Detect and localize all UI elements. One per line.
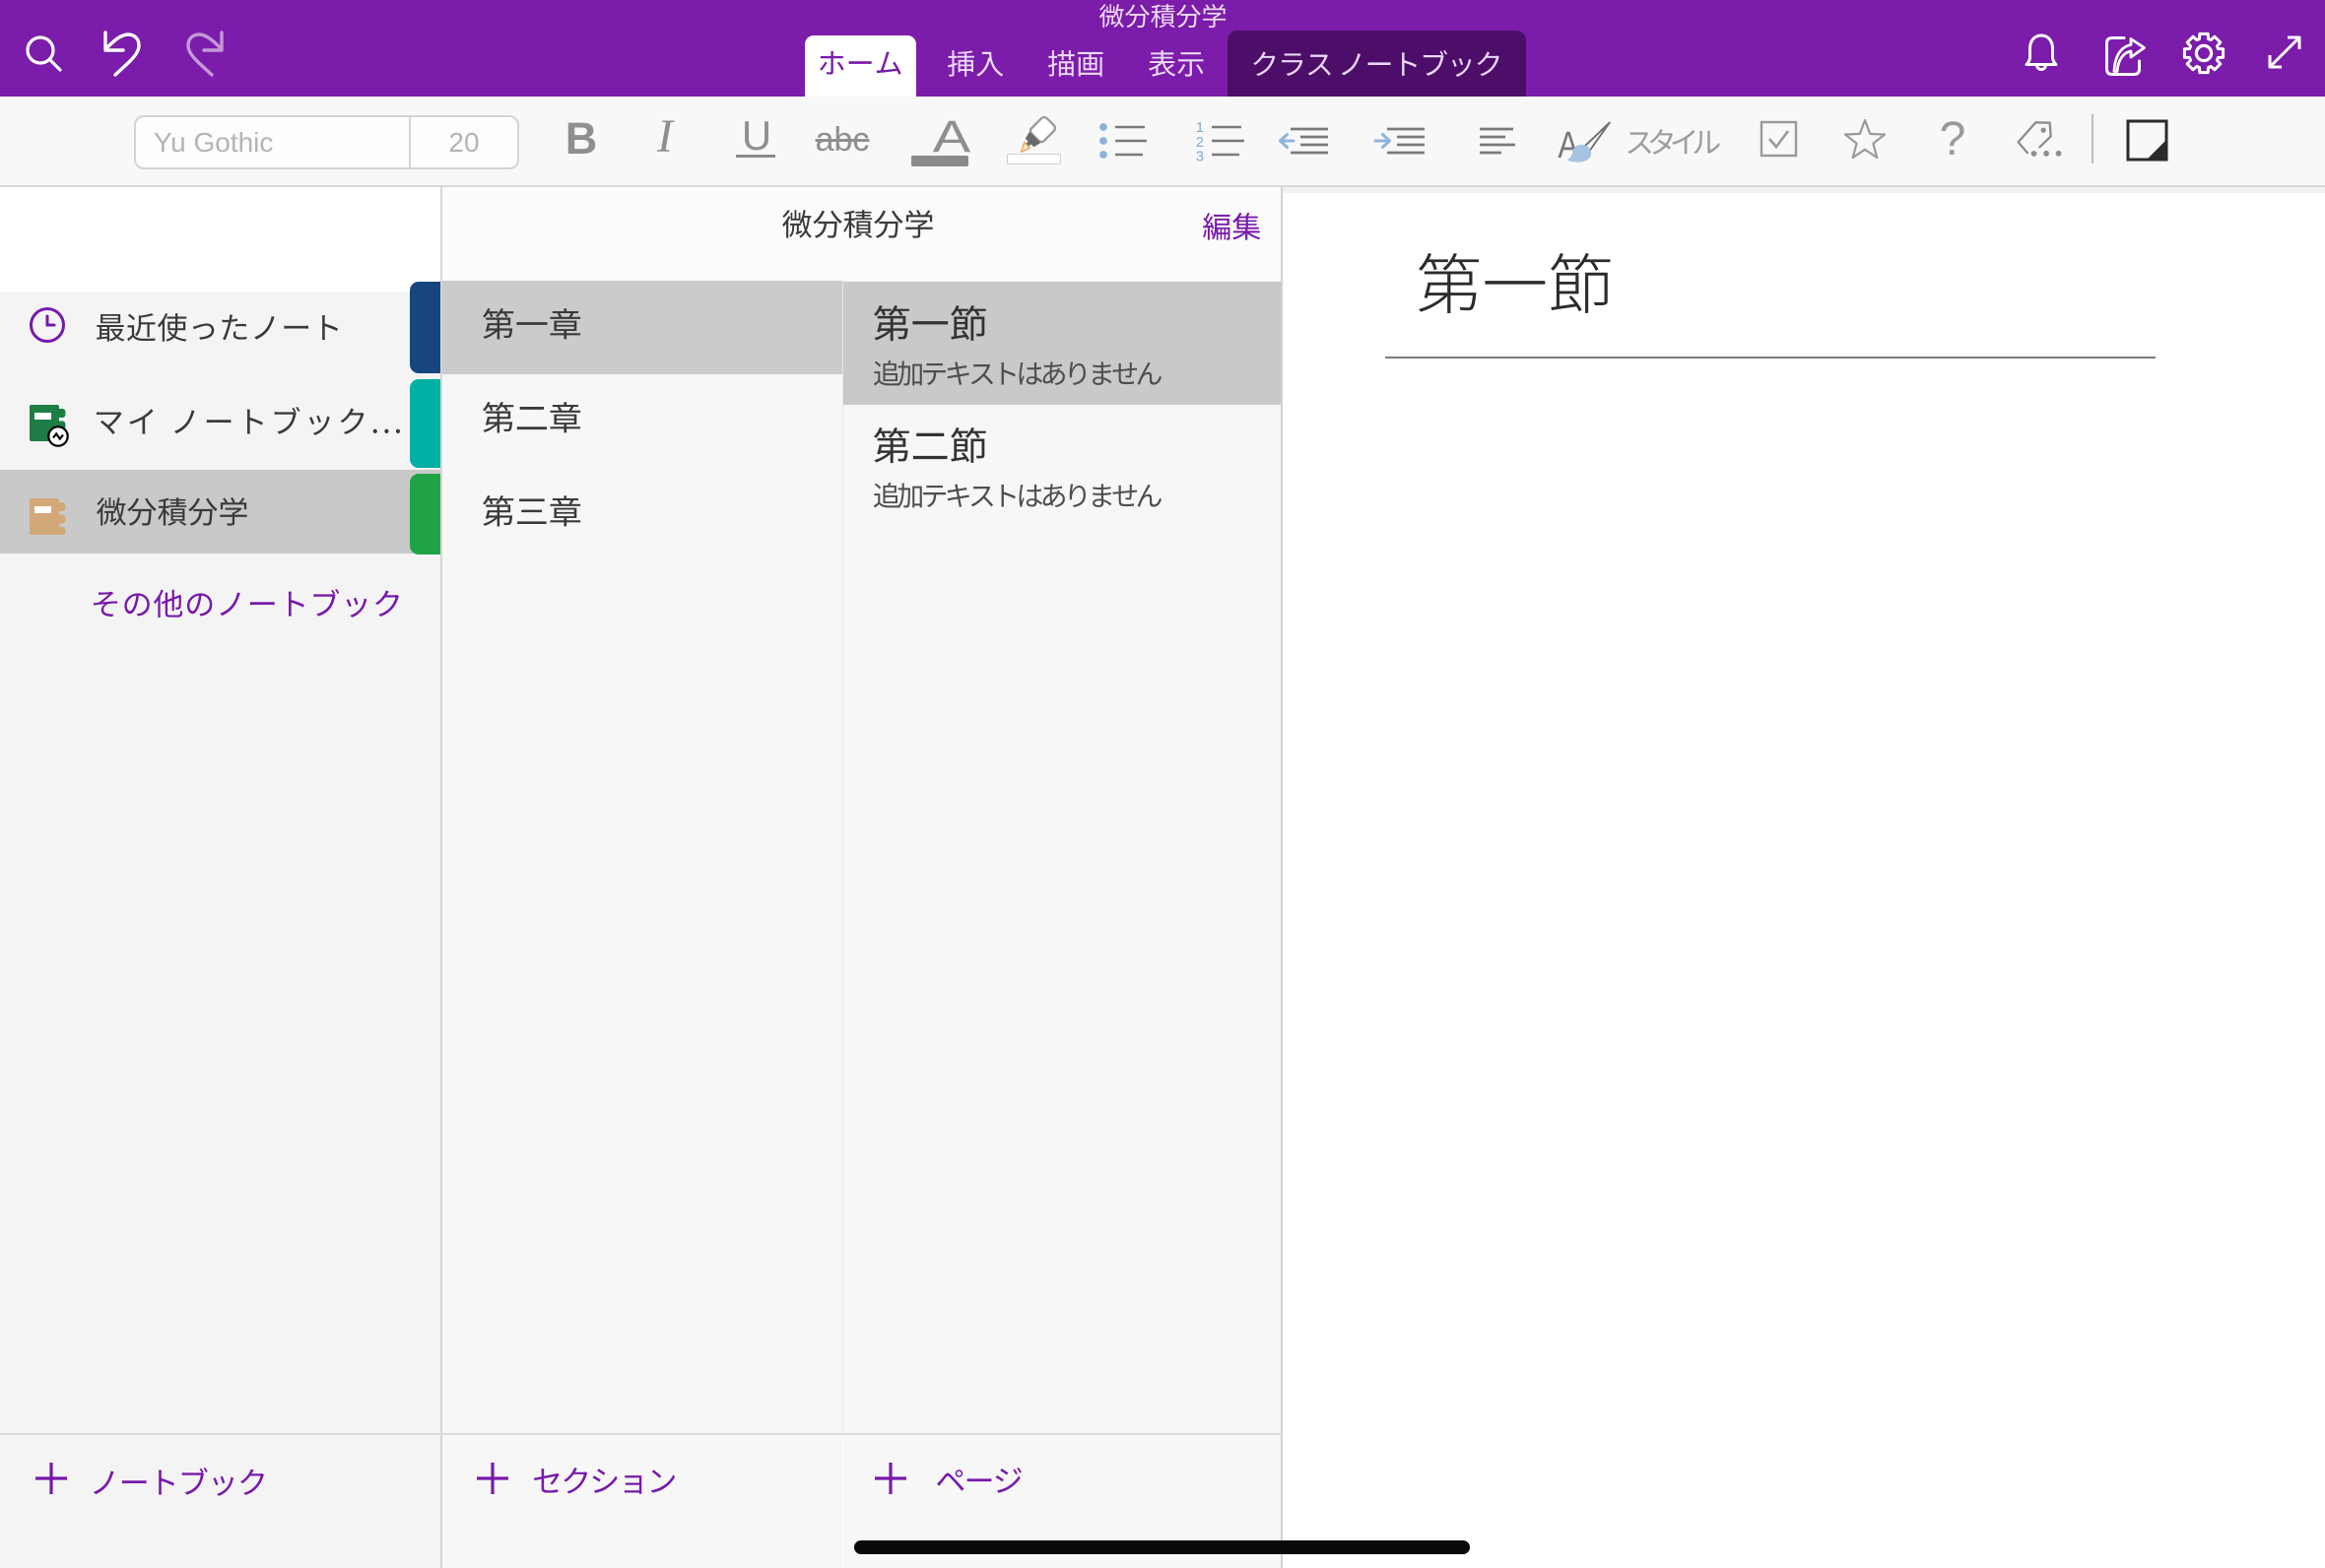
svg-text:1: 1 <box>1196 120 1204 136</box>
svg-text:3: 3 <box>1196 150 1204 165</box>
